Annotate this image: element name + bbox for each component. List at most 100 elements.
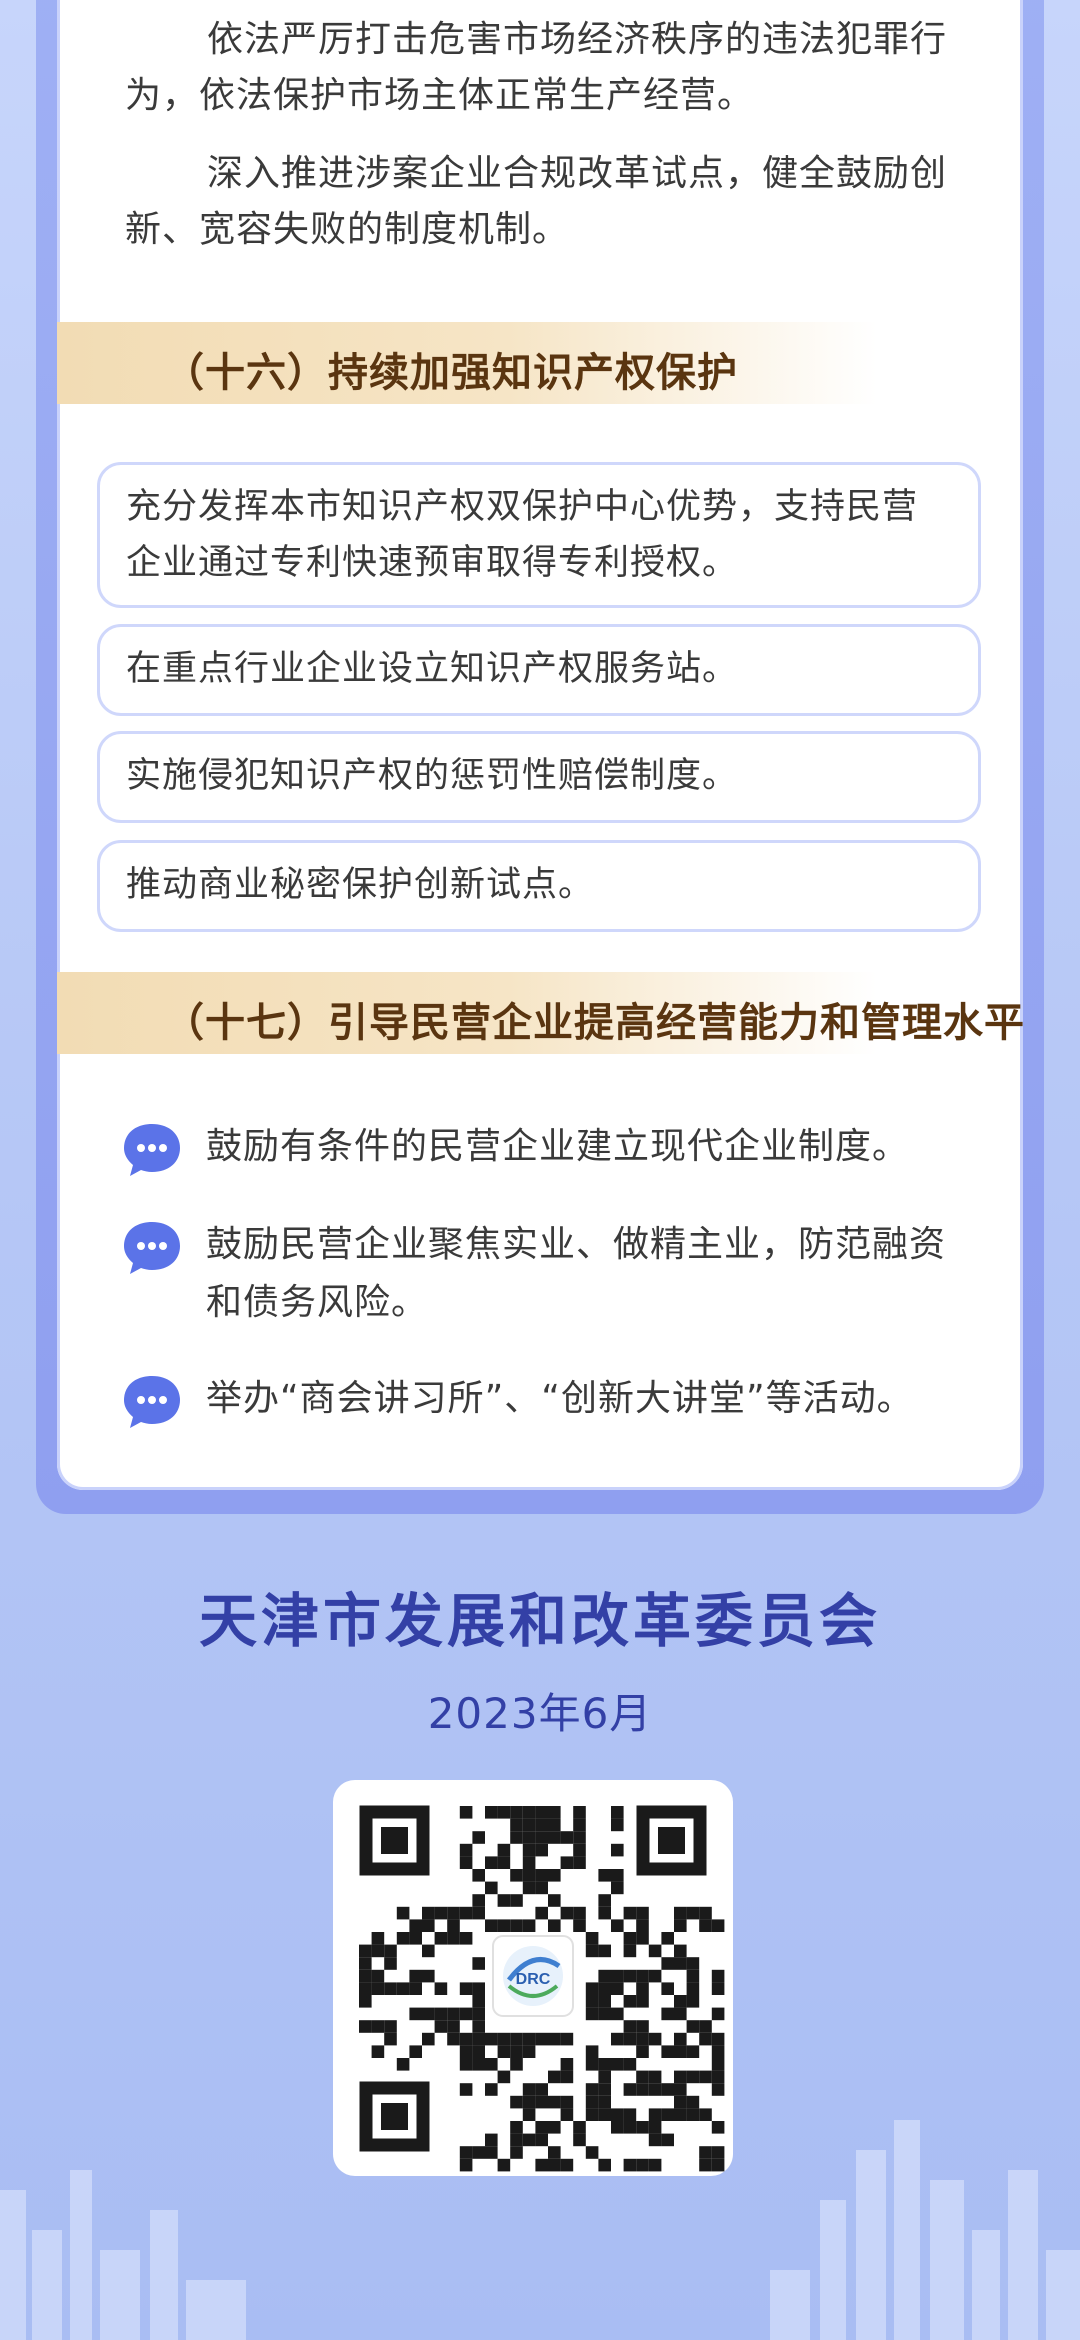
list-item-text: 举办“商会讲习所”、“创新大讲堂”等活动。 [206, 1378, 914, 1419]
qr-module [472, 1869, 485, 1882]
qr-module [636, 2121, 649, 2134]
qr-module [611, 1919, 624, 1932]
qr-module [636, 2032, 649, 2046]
qr-module [535, 2083, 548, 2096]
qr-module [459, 1906, 473, 1920]
qr-module [648, 1944, 662, 1958]
qr-module [623, 2158, 637, 2172]
qr-module [497, 1806, 511, 1819]
qr-module [623, 1906, 637, 1920]
qr-module [674, 1919, 687, 1932]
qr-module [522, 2083, 536, 2096]
qr-module [560, 1831, 574, 1844]
qr-module [699, 2146, 712, 2159]
qr-module [598, 2158, 611, 2172]
qr-module [648, 2158, 662, 2172]
qr-module [711, 2032, 725, 2046]
qr-module [522, 2032, 536, 2046]
qr-module [422, 1919, 435, 1932]
qr-module [699, 2070, 712, 2084]
qr-module [711, 2058, 725, 2071]
qr-module [560, 2108, 574, 2121]
chat-bubble-icon [124, 1376, 180, 1428]
qr-module [636, 1906, 649, 1920]
qr-module [459, 2032, 473, 2046]
qr-module [447, 1932, 460, 1945]
qr-module [636, 2158, 649, 2172]
qr-code[interactable]: DRC [333, 1780, 733, 2176]
section-16-item-3: 实施侵犯知识产权的惩罚性赔偿制度。 [97, 731, 981, 823]
qr-module [674, 2007, 687, 2021]
qr-module [472, 2146, 485, 2159]
qr-module [686, 1995, 700, 2008]
chat-bubble-icon [124, 1222, 180, 1274]
qr-module [472, 2045, 485, 2058]
qr-module [711, 2045, 725, 2058]
qr-module [636, 1932, 649, 1945]
qr-module [472, 1894, 485, 1907]
qr-module [585, 1932, 599, 1945]
qr-module [611, 2108, 624, 2121]
qr-module [686, 2045, 700, 2058]
qr-module [485, 2146, 498, 2159]
qr-module [686, 2070, 700, 2084]
qr-module [623, 1944, 637, 1958]
qr-module [497, 2045, 511, 2058]
qr-module [422, 1969, 435, 1983]
qr-module [497, 2032, 511, 2046]
qr-module [661, 1957, 674, 1970]
qr-module [636, 2020, 649, 2033]
qr-module [472, 2007, 485, 2021]
qr-module [674, 2095, 687, 2109]
qr-module [396, 1932, 410, 1945]
qr-module [674, 1944, 687, 1958]
qr-module [510, 1806, 523, 1819]
qr-module [359, 1957, 372, 1970]
qr-module [598, 2058, 611, 2071]
qr-module [409, 2045, 422, 2058]
qr-module [522, 1881, 536, 1895]
qr-module [359, 1944, 372, 1958]
qr-module [359, 2020, 372, 2033]
qr-module [611, 1982, 624, 1995]
qr-module [699, 2108, 712, 2121]
qr-module [422, 1944, 435, 1958]
qr-module [485, 2133, 498, 2147]
qr-module [522, 2045, 536, 2058]
qr-module [611, 1818, 624, 1832]
qr-module [573, 2121, 586, 2134]
qr-module [686, 2108, 700, 2121]
qr-module [674, 1957, 687, 1970]
qr-module [686, 2020, 700, 2033]
qr-module [485, 1856, 498, 1869]
qr-module [711, 2083, 725, 2096]
qr-module [396, 2058, 410, 2071]
qr-module [648, 2070, 662, 2084]
section-17-header: （十七）引导民营企业提高经营能力和管理水平 [57, 972, 1024, 1054]
qr-module [459, 2158, 473, 2172]
qr-module [611, 1869, 624, 1882]
qr-module [661, 2045, 674, 2058]
qr-module [434, 2007, 448, 2021]
qr-module [510, 2146, 523, 2159]
qr-module [371, 1969, 385, 1983]
qr-module [472, 1982, 485, 1995]
qr-module [585, 1944, 599, 1958]
qr-module [535, 1881, 548, 1895]
qr-module [585, 2095, 599, 2109]
qr-module [623, 1995, 637, 2008]
qr-module [623, 1932, 637, 1945]
qr-module [611, 2058, 624, 2071]
qr-module [535, 2133, 548, 2147]
qr-module [560, 1906, 574, 1920]
qr-module [409, 1969, 422, 1983]
qr-module [472, 2058, 485, 2071]
qr-module [371, 1944, 385, 1958]
qr-module [674, 1906, 687, 1920]
qr-module [648, 1969, 662, 1983]
section-16-item-1: 充分发挥本市知识产权双保护中心优势，支持民营企业通过专利快速预审取得专利授权。 [97, 462, 981, 608]
qr-module [472, 1906, 485, 1920]
qr-module [711, 1919, 725, 1932]
qr-module [674, 1995, 687, 2008]
qr-module [623, 2121, 637, 2134]
